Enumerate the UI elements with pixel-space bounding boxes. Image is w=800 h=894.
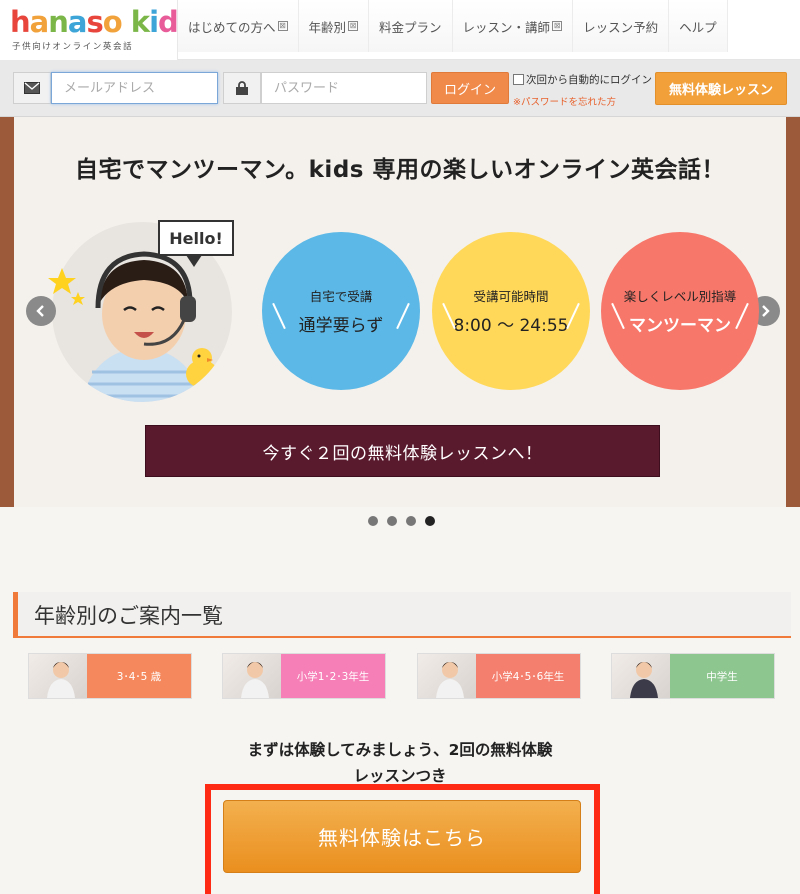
hero-free-trial-cta[interactable]: 今すぐ２回の無料体験レッスンへ！: [145, 425, 660, 477]
hello-speech-bubble: Hello!: [158, 220, 234, 256]
decorative-slash: [396, 302, 410, 330]
logo-letter: a: [67, 5, 88, 39]
speech-bubble-tail: [186, 255, 202, 267]
decorative-slash: [735, 302, 749, 330]
age-card-label: 小学1･2･3年生: [281, 654, 385, 698]
intro-text: まずは体験してみましょう、2回の無料体験 レッスンつき: [150, 737, 650, 789]
site-logo[interactable]: hanaso kids 子供向けオンライン英会話: [0, 0, 195, 60]
feature-bubble-headline: マンツーマン: [629, 316, 731, 336]
decorative-slash: [272, 302, 286, 330]
age-card-3[interactable]: 中学生: [611, 653, 775, 699]
forgot-password-link[interactable]: ※パスワードを忘れた方: [513, 94, 616, 108]
nav-item-label: 年齢別: [308, 19, 347, 35]
age-section-title: 年齢別のご案内一覧: [34, 604, 223, 628]
nav-item-label: 料金プラン: [379, 19, 442, 35]
remember-label: 次回から自動的にログイン: [526, 74, 652, 86]
nav-item-4[interactable]: レッスン予約: [573, 0, 670, 52]
feature-bubble-headline: 8:00 〜 24:55: [453, 316, 569, 336]
password-input[interactable]: [261, 72, 427, 104]
slider-prev-button[interactable]: [26, 296, 56, 326]
logo-letter: d: [158, 5, 179, 39]
logo-letter: o: [102, 5, 123, 39]
nav-item-label: レッスン・講師: [462, 19, 551, 35]
nav-item-3[interactable]: レッスン・講師 ⊠: [452, 0, 574, 52]
slider-dot-1[interactable]: [368, 516, 378, 526]
nav-item-0[interactable]: はじめての方へ ⊠: [178, 0, 299, 52]
slider-pagination: [368, 516, 435, 526]
nav-item-2[interactable]: 料金プラン: [369, 0, 453, 52]
chevron-right-icon: [762, 305, 770, 317]
dropdown-box-icon: ⊠: [552, 21, 563, 31]
dropdown-box-icon: ⊠: [277, 21, 288, 31]
login-bar: ログイン 次回から自動的にログイン ※パスワードを忘れた方 無料体験レッスン: [0, 60, 800, 117]
logo-letter: s: [86, 5, 103, 39]
logo-letter: h: [10, 5, 31, 39]
mail-icon: [13, 72, 51, 104]
remember-checkbox[interactable]: [513, 74, 524, 85]
feature-bubble-2: 楽しくレベル別指導マンツーマン: [601, 232, 759, 390]
hero-title: 自宅でマンツーマン。kids 専用の楽しいオンライン英会話！: [75, 157, 725, 183]
age-card-photo: [418, 654, 476, 698]
feature-bubble-0: 自宅で受講通学要らず: [262, 232, 420, 390]
slider-dot-3[interactable]: [406, 516, 416, 526]
logo-letter: i: [149, 5, 159, 39]
remember-me[interactable]: 次回から自動的にログイン: [513, 72, 652, 87]
logo-letter: k: [130, 5, 150, 39]
feature-bubble-1: 受講可能時間 8:00 〜 24:55: [432, 232, 590, 390]
site-header: hanaso kids 子供向けオンライン英会話 はじめての方へ⊠年齢別⊠料金プ…: [0, 0, 800, 60]
main-nav: はじめての方へ ⊠ 年齢別 ⊠ 料金プラン レッスン・講師 ⊠ レッスン予約 ヘルプ: [178, 0, 728, 52]
age-card-photo: [612, 654, 670, 698]
logo-tagline: 子供向けオンライン英会話: [12, 42, 134, 52]
logo-wordmark: hanaso kids: [10, 5, 195, 39]
nav-item-label: ヘルプ: [679, 19, 717, 35]
nav-item-1[interactable]: 年齢別 ⊠: [298, 0, 370, 52]
nav-item-label: レッスン予約: [583, 19, 659, 35]
nav-item-label: はじめての方へ: [188, 19, 276, 35]
intro-line-1: まずは体験してみましょう、2回の無料体験: [247, 741, 553, 759]
feature-bubble-caption: 自宅で受講: [309, 289, 373, 304]
lock-icon: [223, 72, 261, 104]
age-section-heading: 年齢別のご案内一覧: [13, 592, 791, 638]
age-card-photo: [223, 654, 281, 698]
age-card-label: 中学生: [670, 654, 774, 698]
logo-letter: n: [48, 5, 69, 39]
age-card-label: 小学4･5･6年生: [476, 654, 580, 698]
dropdown-box-icon: ⊠: [348, 21, 359, 31]
age-card-2[interactable]: 小学4･5･6年生: [417, 653, 581, 699]
nav-item-5[interactable]: ヘルプ: [669, 0, 728, 52]
login-button[interactable]: ログイン: [431, 72, 509, 104]
slider-dot-4[interactable]: [425, 516, 435, 526]
decorative-slash: [611, 302, 625, 330]
age-card-label: 3･4･5 歳: [87, 654, 191, 698]
email-input[interactable]: [51, 72, 218, 104]
logo-letter: [122, 6, 131, 38]
free-trial-button-top[interactable]: 無料体験レッスン: [655, 72, 787, 105]
age-card-1[interactable]: 小学1･2･3年生: [222, 653, 386, 699]
free-trial-main-button[interactable]: 無料体験はこちら: [223, 800, 581, 873]
slider-dot-2[interactable]: [387, 516, 397, 526]
chevron-left-icon: [36, 305, 44, 317]
age-card-0[interactable]: 3･4･5 歳: [28, 653, 192, 699]
logo-letter: a: [29, 5, 50, 39]
age-card-photo: [29, 654, 87, 698]
feature-bubble-caption: 楽しくレベル別指導: [623, 289, 737, 304]
feature-bubble-headline: 通学要らず: [298, 316, 384, 336]
feature-bubble-caption: 受講可能時間: [473, 289, 549, 304]
